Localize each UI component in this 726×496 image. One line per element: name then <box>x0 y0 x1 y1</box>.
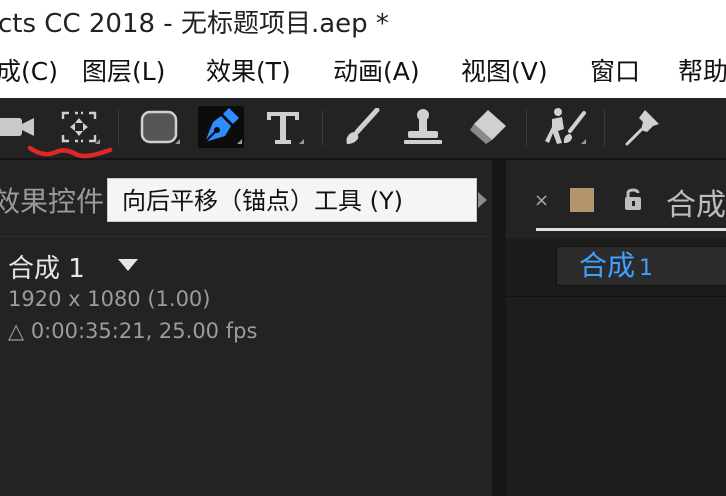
flyout-corner-icon <box>299 134 304 144</box>
roto-brush-tool[interactable] <box>542 106 588 148</box>
panel-gutter[interactable] <box>492 160 506 496</box>
eraser-tool[interactable] <box>464 106 510 148</box>
toolbar-separator <box>526 110 527 146</box>
toolbar-separator <box>118 110 119 146</box>
comp-name-label: 合成 1 <box>8 254 85 284</box>
flyout-corner-icon <box>237 134 242 144</box>
clone-stamp-tool[interactable] <box>400 106 446 148</box>
composition-panel: × 合成 合成 1 <box>506 160 726 496</box>
comp-resolution: 1920 x 1080 (1.00) <box>8 287 211 311</box>
text-tool[interactable] <box>260 106 306 148</box>
comp-color-swatch <box>570 188 594 212</box>
highlight-underline-mark <box>27 145 113 159</box>
toolbar-separator <box>604 110 605 146</box>
pen-tool-icon <box>204 108 239 143</box>
lock-icon[interactable] <box>622 186 644 212</box>
window-title-bar: cts CC 2018 - 无标题项目.aep * <box>0 0 726 39</box>
composition-tab[interactable]: 合成 <box>666 180 726 224</box>
effect-controls-tab[interactable]: 效果控件 <box>0 180 104 220</box>
eraser-icon <box>470 110 506 144</box>
brush-icon <box>346 108 380 144</box>
flyout-corner-icon <box>175 134 180 144</box>
comp-tab-name: 合成 <box>579 249 636 282</box>
flyout-corner-icon <box>581 134 586 144</box>
puppet-pin-icon <box>625 110 659 146</box>
menu-window[interactable]: 窗口 <box>590 52 640 88</box>
menu-view[interactable]: 视图(V) <box>461 52 548 88</box>
comp-1-tab[interactable]: 合成 1 <box>556 246 726 286</box>
clone-stamp-icon <box>404 109 442 144</box>
menu-help[interactable]: 帮助 <box>678 52 726 88</box>
toolbar-separator <box>322 110 323 146</box>
menu-effect[interactable]: 效果(T) <box>206 52 291 88</box>
rectangle-shape-icon <box>140 110 178 144</box>
puppet-pin-tool[interactable] <box>620 106 666 148</box>
comp-duration: △ 0:00:35:21, 25.00 fps <box>8 319 258 343</box>
roto-brush-icon <box>545 108 586 144</box>
rectangle-tool[interactable] <box>136 106 182 148</box>
composition-viewer[interactable] <box>506 297 726 496</box>
window-title: cts CC 2018 - 无标题项目.aep * <box>0 9 389 39</box>
panel-overflow-arrow-icon[interactable] <box>478 192 487 208</box>
menu-animation[interactable]: 动画(A) <box>333 52 420 88</box>
comp-dropdown-caret-icon[interactable] <box>118 259 138 271</box>
text-tool-icon <box>267 112 299 144</box>
menu-composition[interactable]: 成(C) <box>0 52 58 88</box>
tool-tooltip: 向后平移（锚点）工具 (Y) <box>107 178 477 222</box>
close-icon[interactable]: × <box>534 190 549 211</box>
active-tab-underline <box>536 228 726 231</box>
composition-subtab-bar: 合成 1 <box>506 238 726 297</box>
brush-tool[interactable] <box>338 106 384 148</box>
pen-tool[interactable] <box>198 106 244 148</box>
menu-layer[interactable]: 图层(L) <box>82 52 165 88</box>
comp-tab-number: 1 <box>639 256 654 281</box>
menu-bar: 成(C) 图层(L) 效果(T) 动画(A) 视图(V) 窗口 帮助 <box>0 38 726 98</box>
